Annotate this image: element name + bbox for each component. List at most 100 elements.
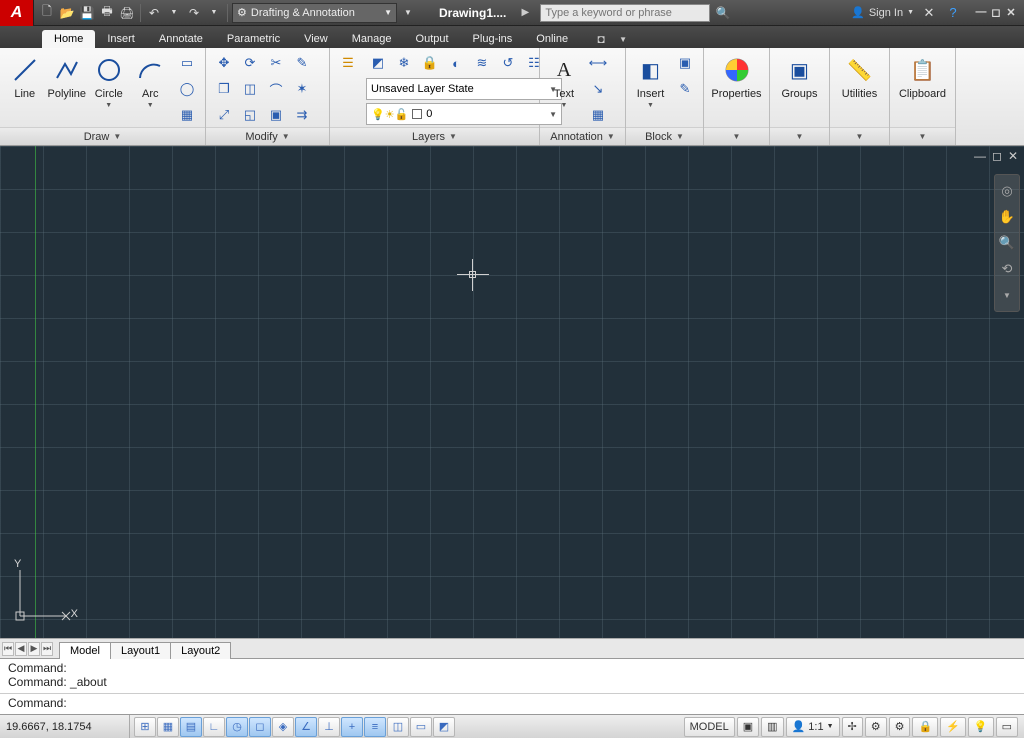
- layout-prev-icon[interactable]: ◀: [15, 642, 27, 656]
- layerprops-icon[interactable]: ☰: [336, 51, 360, 75]
- layout-tab-layout2[interactable]: Layout2: [170, 642, 231, 659]
- workspace-switch-icon[interactable]: ⚙: [889, 717, 911, 737]
- current-layer-dropdown[interactable]: 💡 ☀ 🔓 0 ▼: [366, 103, 562, 125]
- leader-icon[interactable]: ↘: [586, 77, 610, 101]
- annotation-scale-button[interactable]: 👤1:1▼: [786, 717, 840, 737]
- redo-icon[interactable]: ↷: [185, 4, 203, 22]
- layer-lock-icon[interactable]: 🔒: [418, 51, 442, 75]
- layer-match-icon[interactable]: ≋: [470, 51, 494, 75]
- tab-plugins[interactable]: Plug-ins: [461, 30, 525, 48]
- undo-icon[interactable]: ↶: [145, 4, 163, 22]
- model-space-button[interactable]: MODEL: [684, 717, 735, 737]
- tab-online[interactable]: Online: [524, 30, 580, 48]
- layer-freeze-icon[interactable]: ❄: [392, 51, 416, 75]
- command-history[interactable]: Command: Command: _about: [0, 659, 1024, 694]
- exchange-icon[interactable]: ✕: [920, 4, 938, 22]
- transparency-icon[interactable]: ◫: [387, 717, 409, 737]
- create-block-icon[interactable]: ▣: [673, 51, 697, 75]
- annotation-visibility-icon[interactable]: ✢: [842, 717, 863, 737]
- command-input[interactable]: Command:: [0, 694, 1024, 714]
- infer-constraints-icon[interactable]: ⊞: [134, 717, 156, 737]
- tool-properties[interactable]: Properties: [710, 51, 763, 100]
- layer-iso-icon[interactable]: ◩: [366, 51, 390, 75]
- open-icon[interactable]: 📂: [58, 4, 76, 22]
- offset-icon[interactable]: ⇉: [290, 103, 314, 127]
- ellipse-icon[interactable]: ◯: [175, 77, 199, 101]
- hardware-accel-icon[interactable]: ⚡: [940, 717, 966, 737]
- fillet-icon[interactable]: ⌒: [264, 77, 288, 101]
- coordinate-readout[interactable]: 19.6667, 18.1754: [0, 715, 130, 738]
- layout-tab-layout1[interactable]: Layout1: [110, 642, 171, 659]
- new-icon[interactable]: 🗋: [38, 4, 56, 22]
- tab-annotate[interactable]: Annotate: [147, 30, 215, 48]
- maximize-button[interactable]: ◻: [989, 6, 1003, 19]
- close-button[interactable]: ✕: [1004, 6, 1018, 19]
- otrack-icon[interactable]: ∠: [295, 717, 317, 737]
- title-menu-icon[interactable]: ▶: [516, 4, 534, 22]
- scale-icon[interactable]: ◱: [238, 103, 262, 127]
- qat-customize-icon[interactable]: ▼: [399, 4, 417, 22]
- snap-icon[interactable]: ▦: [157, 717, 179, 737]
- vp-close-icon[interactable]: ✕: [1008, 149, 1018, 163]
- tab-minimize-icon[interactable]: ▼: [614, 30, 632, 48]
- tab-output[interactable]: Output: [404, 30, 461, 48]
- search-input[interactable]: [540, 4, 710, 22]
- osnap-icon[interactable]: ◻: [249, 717, 271, 737]
- layer-state-dropdown[interactable]: Unsaved Layer State ▼: [366, 78, 562, 100]
- quickview-layouts-icon[interactable]: ▣: [737, 717, 759, 737]
- polar-icon[interactable]: ◷: [226, 717, 248, 737]
- 3dosnap-icon[interactable]: ◈: [272, 717, 294, 737]
- rotate-icon[interactable]: ⟳: [238, 51, 262, 75]
- stretch-icon[interactable]: ⤢: [212, 103, 236, 127]
- tab-insert[interactable]: Insert: [95, 30, 147, 48]
- undo-drop-icon[interactable]: ▼: [165, 4, 183, 22]
- mirror-icon[interactable]: ◫: [238, 77, 262, 101]
- tab-parametric[interactable]: Parametric: [215, 30, 292, 48]
- cleanscreen-icon[interactable]: ▭: [996, 717, 1018, 737]
- vp-maximize-icon[interactable]: ◻: [992, 149, 1002, 163]
- move-icon[interactable]: ✥: [212, 51, 236, 75]
- layout-next-icon[interactable]: ▶: [28, 642, 40, 656]
- erase-icon[interactable]: ✎: [290, 51, 314, 75]
- array-icon[interactable]: ▣: [264, 103, 288, 127]
- layer-off-icon[interactable]: ◐: [444, 51, 468, 75]
- orbit-icon[interactable]: ⟲: [997, 259, 1017, 279]
- layout-tab-model[interactable]: Model: [59, 642, 111, 659]
- redo-drop-icon[interactable]: ▼: [205, 4, 223, 22]
- rectangle-icon[interactable]: ▭: [175, 51, 199, 75]
- edit-block-icon[interactable]: ✎: [673, 77, 697, 101]
- plot-icon[interactable]: 🖨: [118, 4, 136, 22]
- app-menu-button[interactable]: A: [0, 0, 34, 26]
- qp-icon[interactable]: ▭: [410, 717, 432, 737]
- pan-icon[interactable]: ✋: [997, 207, 1017, 227]
- tool-utilities[interactable]: 📏 Utilities: [836, 51, 883, 100]
- tool-line[interactable]: Line: [6, 51, 43, 100]
- quickview-drawings-icon[interactable]: ▥: [761, 717, 783, 737]
- ducs-icon[interactable]: ⊥: [318, 717, 340, 737]
- layout-last-icon[interactable]: ⏭: [41, 642, 53, 656]
- help-icon[interactable]: ?: [944, 4, 962, 22]
- hatch-icon[interactable]: ▦: [175, 103, 199, 127]
- search-icon[interactable]: 🔍: [714, 4, 732, 22]
- lineweight-icon[interactable]: ≡: [364, 717, 386, 737]
- tool-insert[interactable]: ◧ Insert ▼: [632, 51, 669, 109]
- tab-manage[interactable]: Manage: [340, 30, 404, 48]
- vp-minimize-icon[interactable]: —: [974, 149, 986, 163]
- save-icon[interactable]: 💾: [78, 4, 96, 22]
- dimension-icon[interactable]: ⟷: [586, 51, 610, 75]
- toolbar-lock-icon[interactable]: 🔒: [912, 717, 938, 737]
- layout-first-icon[interactable]: ⏮: [2, 642, 14, 656]
- tool-groups[interactable]: ▣ Groups: [776, 51, 823, 100]
- drawing-area[interactable]: Y X — ◻ ✕ ◎ ✋ 🔍 ⟲ ▼: [0, 146, 1024, 638]
- dyn-icon[interactable]: +: [341, 717, 363, 737]
- tab-focus-icon[interactable]: ◘: [592, 30, 610, 48]
- saveas-icon[interactable]: 🖶: [98, 4, 116, 22]
- tool-circle[interactable]: Circle ▼: [90, 51, 127, 109]
- tab-view[interactable]: View: [292, 30, 340, 48]
- copy-icon[interactable]: ❐: [212, 77, 236, 101]
- tool-polyline[interactable]: Polyline: [47, 51, 86, 100]
- table-icon[interactable]: ▦: [586, 103, 610, 127]
- tool-arc[interactable]: Arc ▼: [132, 51, 169, 109]
- workspace-dropdown[interactable]: ⚙ Drafting & Annotation ▼: [232, 3, 397, 23]
- autoscale-icon[interactable]: ⚙: [865, 717, 887, 737]
